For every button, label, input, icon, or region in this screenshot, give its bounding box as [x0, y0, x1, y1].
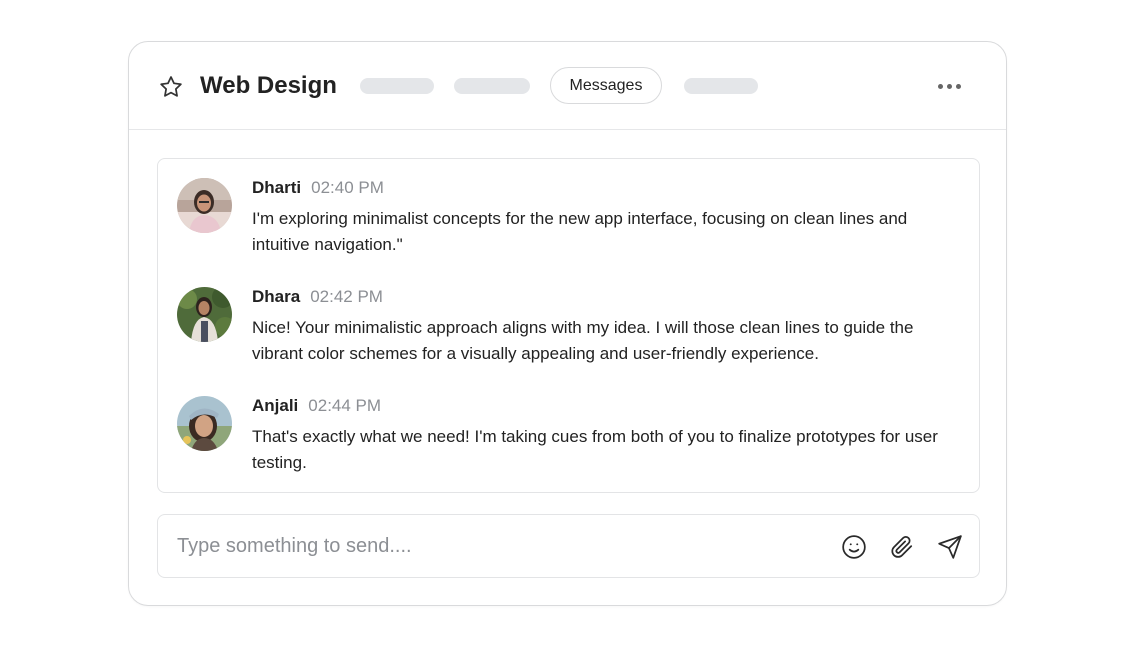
message-time: 02:42 PM — [310, 287, 383, 306]
page-title: Web Design — [200, 72, 337, 99]
message-meta: Anjali 02:44 PM — [252, 396, 381, 416]
message-input[interactable] — [177, 530, 817, 562]
star-icon[interactable] — [158, 74, 184, 100]
chat-card: Web Design Messages Dharti 02:40 PM I'm … — [128, 41, 1007, 606]
message-item: Dhara 02:42 PM Nice! Your minimalistic ap… — [177, 287, 967, 367]
message-time: 02:40 PM — [311, 178, 384, 197]
avatar[interactable] — [177, 178, 232, 233]
message-meta: Dharti 02:40 PM — [252, 178, 384, 198]
message-author[interactable]: Dhara — [252, 287, 300, 306]
message-text: I'm exploring minimalist concepts for th… — [252, 209, 908, 254]
message-meta: Dhara 02:42 PM — [252, 287, 383, 307]
message-item: Anjali 02:44 PM That's exactly what we ne… — [177, 396, 967, 476]
message-text: Nice! Your minimalistic approach aligns … — [252, 318, 914, 363]
message-time: 02:44 PM — [308, 396, 382, 415]
avatar[interactable] — [177, 396, 232, 451]
more-dot — [955, 83, 961, 89]
message-author[interactable]: Dharti — [252, 178, 301, 197]
chat-header: Web Design Messages — [129, 42, 1006, 130]
tab-messages[interactable]: Messages — [550, 67, 662, 104]
more-dot — [946, 83, 952, 89]
more-horizontal-icon[interactable] — [933, 76, 965, 96]
message-list: Dharti 02:40 PM I'm exploring minimalist … — [157, 158, 980, 493]
paperclip-icon[interactable] — [889, 534, 915, 560]
message-author[interactable]: Anjali — [252, 396, 298, 415]
tab-placeholder-3[interactable] — [684, 78, 758, 94]
avatar[interactable] — [177, 287, 232, 342]
send-icon[interactable] — [937, 534, 963, 560]
tab-placeholder-2[interactable] — [454, 78, 530, 94]
message-composer — [157, 514, 980, 578]
message-text: That's exactly what we need! I'm taking … — [252, 427, 938, 472]
more-dot — [937, 83, 943, 89]
smile-icon[interactable] — [841, 534, 867, 560]
tab-placeholder-1[interactable] — [360, 78, 434, 94]
message-item: Dharti 02:40 PM I'm exploring minimalist … — [177, 178, 967, 258]
